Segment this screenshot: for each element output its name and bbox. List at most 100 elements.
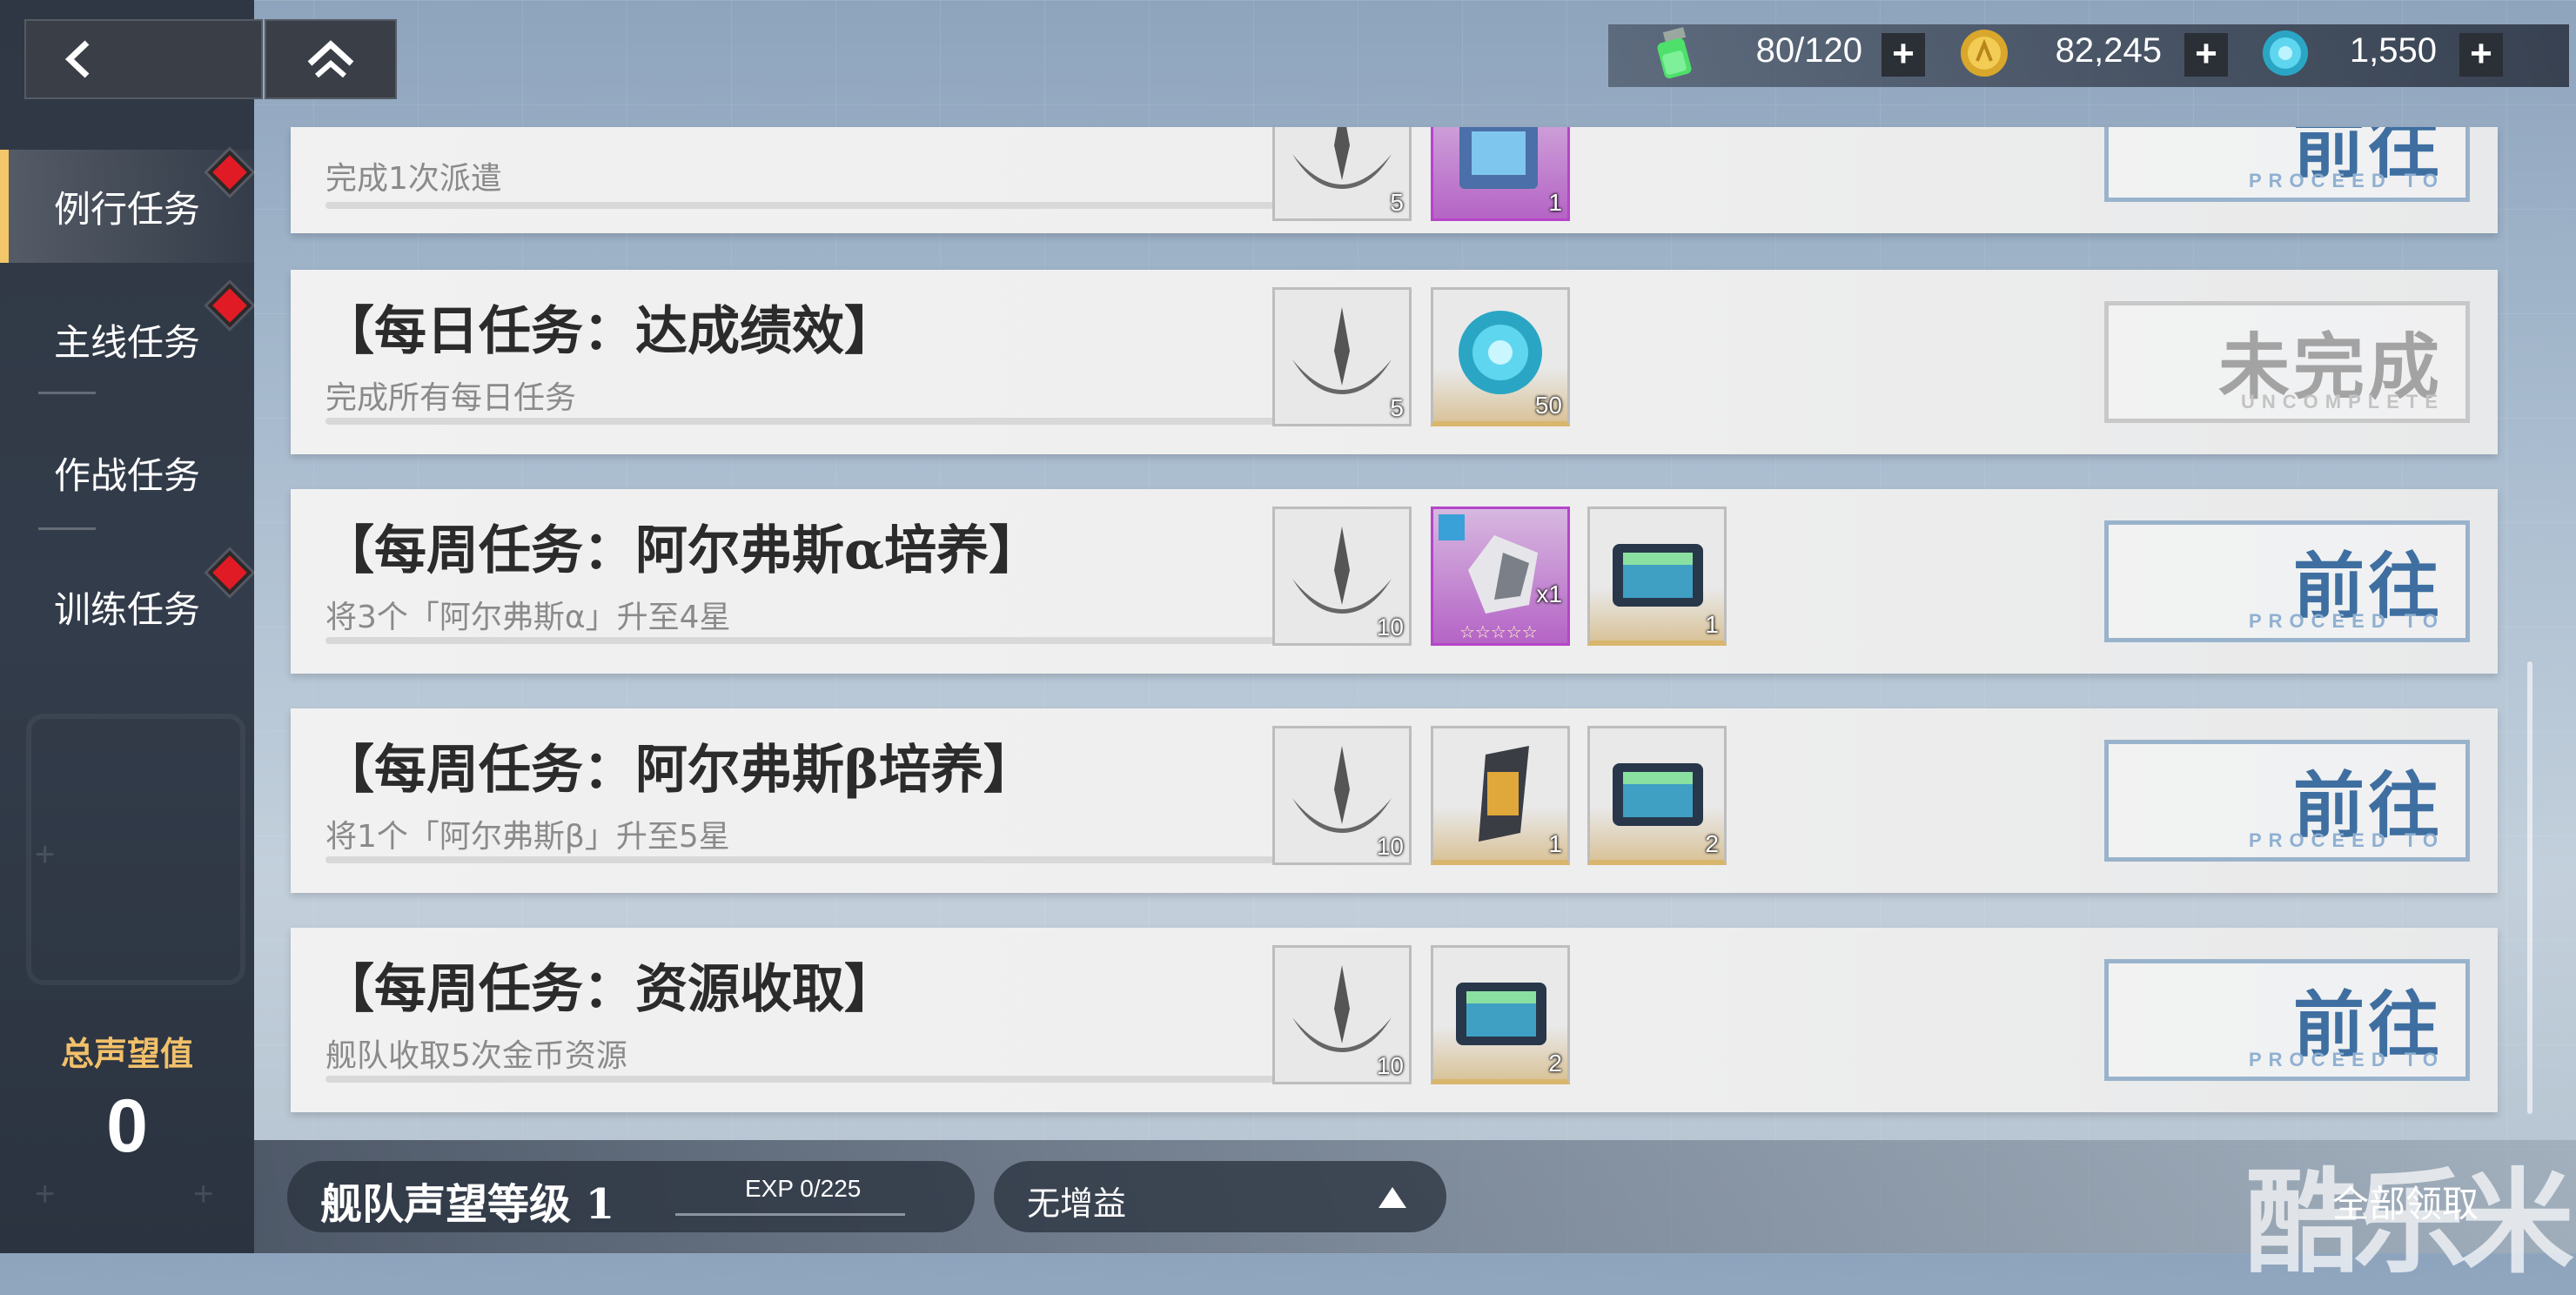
reward-slot[interactable]: 10 xyxy=(1272,726,1412,865)
reward-slot[interactable]: 1 xyxy=(1587,507,1727,646)
nav-divider xyxy=(38,527,96,530)
gold-value: 82,245 xyxy=(2055,31,2162,70)
task-progress-bar xyxy=(325,637,1274,644)
task-title: 【每日任务：达成绩效】 xyxy=(322,301,896,362)
reward-count: 1 xyxy=(1548,189,1562,216)
proceed-button[interactable]: 前往 PROCEED TO xyxy=(2104,959,2470,1081)
reward-slot[interactable]: 50 xyxy=(1431,287,1570,426)
task-progress-bar xyxy=(325,202,1274,209)
reward-count: 10 xyxy=(1376,833,1404,860)
sidebar: + + + 例行任务 主线任务 作战任务 训练任务 总声望值 0 xyxy=(0,0,254,1253)
add-gold-button[interactable]: + xyxy=(2184,33,2228,77)
crystal-value: 1,550 xyxy=(2349,31,2437,70)
task-description: 完成1次派遣 xyxy=(325,161,502,197)
reward-count: 5 xyxy=(1390,189,1404,216)
proceed-button-sublabel: PROCEED TO xyxy=(2248,1049,2445,1070)
nav-divider xyxy=(38,392,96,394)
reward-slot[interactable]: ☆☆☆☆☆ x1 xyxy=(1431,507,1570,646)
fleet-level-label: 舰队声望等级 1 xyxy=(320,1180,615,1229)
task-row: 【每周任务：阿尔弗斯β培养】 将1个「阿尔弗斯β」升至5星 0/1 10 1 2… xyxy=(291,708,2498,893)
plus-decoration-icon: + xyxy=(193,1175,214,1213)
proceed-button[interactable]: 前往 PROCEED TO xyxy=(2104,520,2470,642)
task-title: 【每周任务：阿尔弗斯α培养】 xyxy=(322,520,1042,581)
claim-all-button[interactable]: 全部领取 xyxy=(2332,1175,2479,1228)
task-progress-bar xyxy=(325,856,1274,863)
reward-count: x1 xyxy=(1536,580,1562,607)
plus-decoration-icon: + xyxy=(35,1175,56,1213)
sidebar-item-main[interactable]: 主线任务 xyxy=(0,283,254,396)
alert-badge-icon xyxy=(207,550,252,595)
proceed-button[interactable]: 前往 PROCEED TO xyxy=(2104,740,2470,862)
home-icon xyxy=(307,40,354,78)
reward-slot[interactable]: 2 xyxy=(1431,945,1570,1084)
alert-badge-icon xyxy=(207,283,252,328)
reputation-emblem-icon xyxy=(1292,127,1392,189)
buff-label: 无增益 xyxy=(1027,1184,1127,1223)
plus-decoration-icon: + xyxy=(35,835,56,874)
reputation-emblem-icon xyxy=(1292,307,1392,394)
blueprint-card-icon xyxy=(1459,127,1538,189)
exp-progress-bar xyxy=(675,1213,905,1216)
alert-badge-icon xyxy=(207,150,252,195)
task-description: 将3个「阿尔弗斯α」升至4星 xyxy=(325,600,731,635)
reward-count: 2 xyxy=(1548,1050,1562,1077)
reward-count: 1 xyxy=(1705,611,1719,638)
task-description: 完成所有每日任务 xyxy=(325,380,577,416)
reward-slot[interactable]: 5 xyxy=(1272,127,1412,221)
reward-slot[interactable]: 2 xyxy=(1587,726,1727,865)
reward-count: 1 xyxy=(1548,830,1562,857)
data-chip-icon xyxy=(1613,763,1703,826)
task-description: 将1个「阿尔弗斯β」升至5星 xyxy=(325,819,730,855)
stamina-value: 80/120 xyxy=(1755,31,1862,70)
proceed-button-sublabel: PROCEED TO xyxy=(2248,170,2445,191)
task-progress-bar xyxy=(325,418,1274,425)
back-button[interactable] xyxy=(24,19,263,99)
reward-slot[interactable]: 1 xyxy=(1431,127,1570,221)
scrollbar[interactable] xyxy=(2527,661,2532,1114)
parts-kit-icon xyxy=(1479,746,1529,842)
reward-count: 50 xyxy=(1534,392,1562,419)
reward-count: 10 xyxy=(1376,614,1404,641)
sidebar-item-label: 作战任务 xyxy=(53,453,200,497)
task-row: 【每日任务：达成绩效】 完成所有每日任务 0/4 5 50 未完成 UNCOMP… xyxy=(291,270,2498,454)
sidebar-item-label: 例行任务 xyxy=(53,187,200,231)
sidebar-item-training[interactable]: 训练任务 xyxy=(0,550,254,663)
sidebar-item-combat[interactable]: 作战任务 xyxy=(0,416,254,529)
crystal-orb-icon xyxy=(2263,30,2308,76)
triangle-up-icon[interactable] xyxy=(1377,1185,1408,1210)
exp-label: EXP 0/225 xyxy=(745,1175,862,1202)
reward-slot[interactable]: 10 xyxy=(1272,507,1412,646)
uncomplete-status: 未完成 UNCOMPLETE xyxy=(2104,301,2470,423)
task-title: 【每周任务：阿尔弗斯β培养】 xyxy=(322,740,1036,801)
reward-count: 10 xyxy=(1376,1052,1404,1079)
task-row: 【每周任务：资源收取】 舰队收取5次金币资源 0/5 10 2 前往 PROCE… xyxy=(291,928,2498,1112)
stamina-vial-icon xyxy=(1657,27,1692,79)
proceed-button-sublabel: PROCEED TO xyxy=(2248,829,2445,851)
data-chip-icon xyxy=(1456,983,1546,1045)
total-reputation-value: 0 xyxy=(106,1084,148,1168)
reward-count: 5 xyxy=(1390,394,1404,421)
sidebar-item-label: 主线任务 xyxy=(53,320,200,364)
reward-slot[interactable]: 5 xyxy=(1272,287,1412,426)
gold-coin-icon xyxy=(1961,30,2008,77)
add-crystal-button[interactable]: + xyxy=(2459,33,2503,77)
home-button[interactable] xyxy=(265,19,397,99)
chevron-left-icon xyxy=(64,40,90,78)
proceed-button[interactable]: 前往 PROCEED TO xyxy=(2104,127,2470,202)
sidebar-item-routine[interactable]: 例行任务 xyxy=(0,150,254,263)
reward-count: 2 xyxy=(1705,830,1719,857)
svg-text:☆☆☆☆☆: ☆☆☆☆☆ xyxy=(1459,621,1538,642)
reward-slot[interactable]: 10 xyxy=(1272,945,1412,1084)
task-description: 舰队收取5次金币资源 xyxy=(325,1038,627,1074)
data-chip-icon xyxy=(1613,544,1703,607)
proceed-button-sublabel: PROCEED TO xyxy=(2248,610,2445,632)
uncomplete-status-sublabel: UNCOMPLETE xyxy=(2241,391,2445,413)
sidebar-decoration xyxy=(26,714,245,985)
sidebar-item-label: 训练任务 xyxy=(53,587,200,631)
task-row: 完成1次派遣 0/1 5 1 前往 PROCEED TO xyxy=(291,127,2498,233)
mech-unit-card-icon: ☆☆☆☆☆ xyxy=(1439,514,1538,642)
reward-slot[interactable]: 1 xyxy=(1431,726,1570,865)
add-stamina-button[interactable]: + xyxy=(1882,33,1925,77)
total-reputation-label: 总声望值 xyxy=(60,1035,193,1073)
task-row: 【每周任务：阿尔弗斯α培养】 将3个「阿尔弗斯α」升至4星 0/3 10 ☆☆☆… xyxy=(291,489,2498,674)
